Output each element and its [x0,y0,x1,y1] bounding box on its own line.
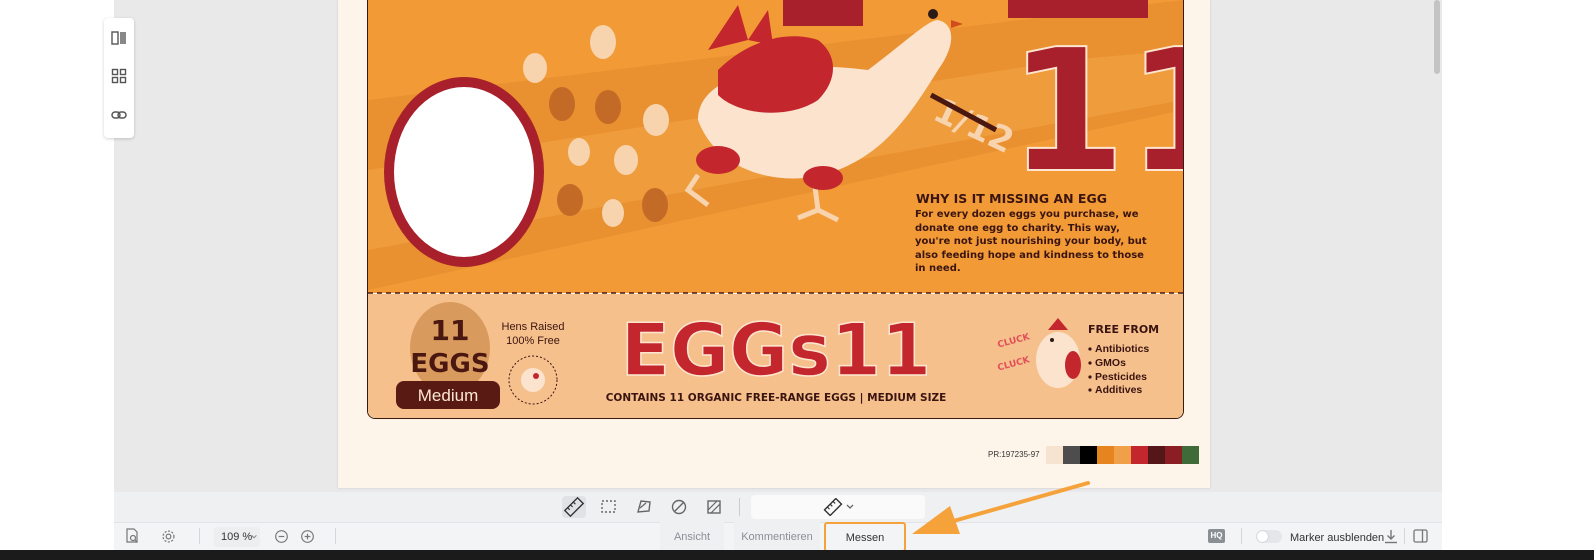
palette-swatch [1165,446,1182,464]
big-number: 11 [1008,13,1183,211]
panel-heading: WHY IS IT MISSING AN EGG [916,191,1107,206]
compare-icon[interactable] [111,30,127,46]
egg-badge-word: EGGS [410,349,489,379]
artwork-canvas: 11 1/12 WHY IS IT MISSING AN EGG For eve… [368,0,1183,418]
download-icon[interactable] [1384,529,1398,544]
tab-messen[interactable]: Messen [824,522,906,552]
chevron-down-icon [251,535,257,539]
divider [1241,528,1242,544]
marker-toggle-label: Marker ausblenden [1290,532,1385,544]
divider [199,528,200,544]
palette-swatch [1046,446,1063,464]
link-icon[interactable] [111,107,127,123]
chevron-down-icon [846,504,854,509]
zoom-out-icon[interactable] [274,529,289,544]
egg-badge-count: 11 [431,314,470,347]
palette-swatch [1080,446,1097,464]
scrollbar[interactable] [1434,0,1440,74]
polygon-icon[interactable] [632,496,656,518]
printer-code: PR:197235-97 [988,450,1040,459]
divider [335,528,336,544]
color-palette [1046,446,1199,464]
hq-badge[interactable]: HQ [1208,529,1225,543]
ruler-icon[interactable] [562,496,586,518]
palette-swatch [1148,446,1165,464]
gear-icon[interactable] [161,529,176,544]
palette-swatch [1131,446,1148,464]
right-gutter [1442,0,1594,560]
free-from-item: Additives [1095,384,1142,396]
brand-logo: EGGs11 [621,308,931,392]
tab-kommentieren[interactable]: Kommentieren [734,522,820,550]
palette-swatch [1114,446,1131,464]
grid-icon[interactable] [111,68,127,84]
zoom-in-icon[interactable] [300,529,315,544]
marker-toggle[interactable] [1256,530,1282,543]
bottom-edge [0,550,1594,560]
palette-swatch [1182,446,1199,464]
free-from-item: Antibiotics [1095,343,1149,355]
area-select-icon[interactable] [597,496,621,518]
panel-text: For every dozen eggs you purchase, we do… [915,209,1147,274]
zoom-value: 109 % [221,531,253,543]
side-rail [104,18,134,138]
page-search-icon[interactable] [124,528,140,544]
divider [1404,528,1405,544]
palette-swatch [1097,446,1114,464]
free-from-title: FREE FROM [1088,323,1159,336]
toggle-knob [1257,531,1268,542]
hens-line1: Hens Raised [502,321,565,333]
measure-type-dropdown[interactable] [751,495,925,519]
ruler-icon [823,498,843,516]
size-label: Medium [418,386,478,405]
sidebar-toggle-icon[interactable] [1413,529,1428,543]
tagline: CONTAINS 11 ORGANIC FREE-RANGE EGGS | ME… [606,392,947,404]
hatch-icon[interactable] [702,496,726,518]
tab-ansicht[interactable]: Ansicht [660,522,724,550]
egg-carton-artwork: 11 1/12 WHY IS IT MISSING AN EGG For eve… [367,0,1184,419]
toolbar-divider [739,498,740,516]
hens-line2: 100% Free [506,335,560,347]
free-from-item: Pesticides [1095,371,1147,383]
free-from-item: GMOs [1095,357,1126,369]
palette-swatch [1063,446,1080,464]
zoom-select[interactable]: 109 % [214,527,260,547]
block-icon[interactable] [667,496,691,518]
